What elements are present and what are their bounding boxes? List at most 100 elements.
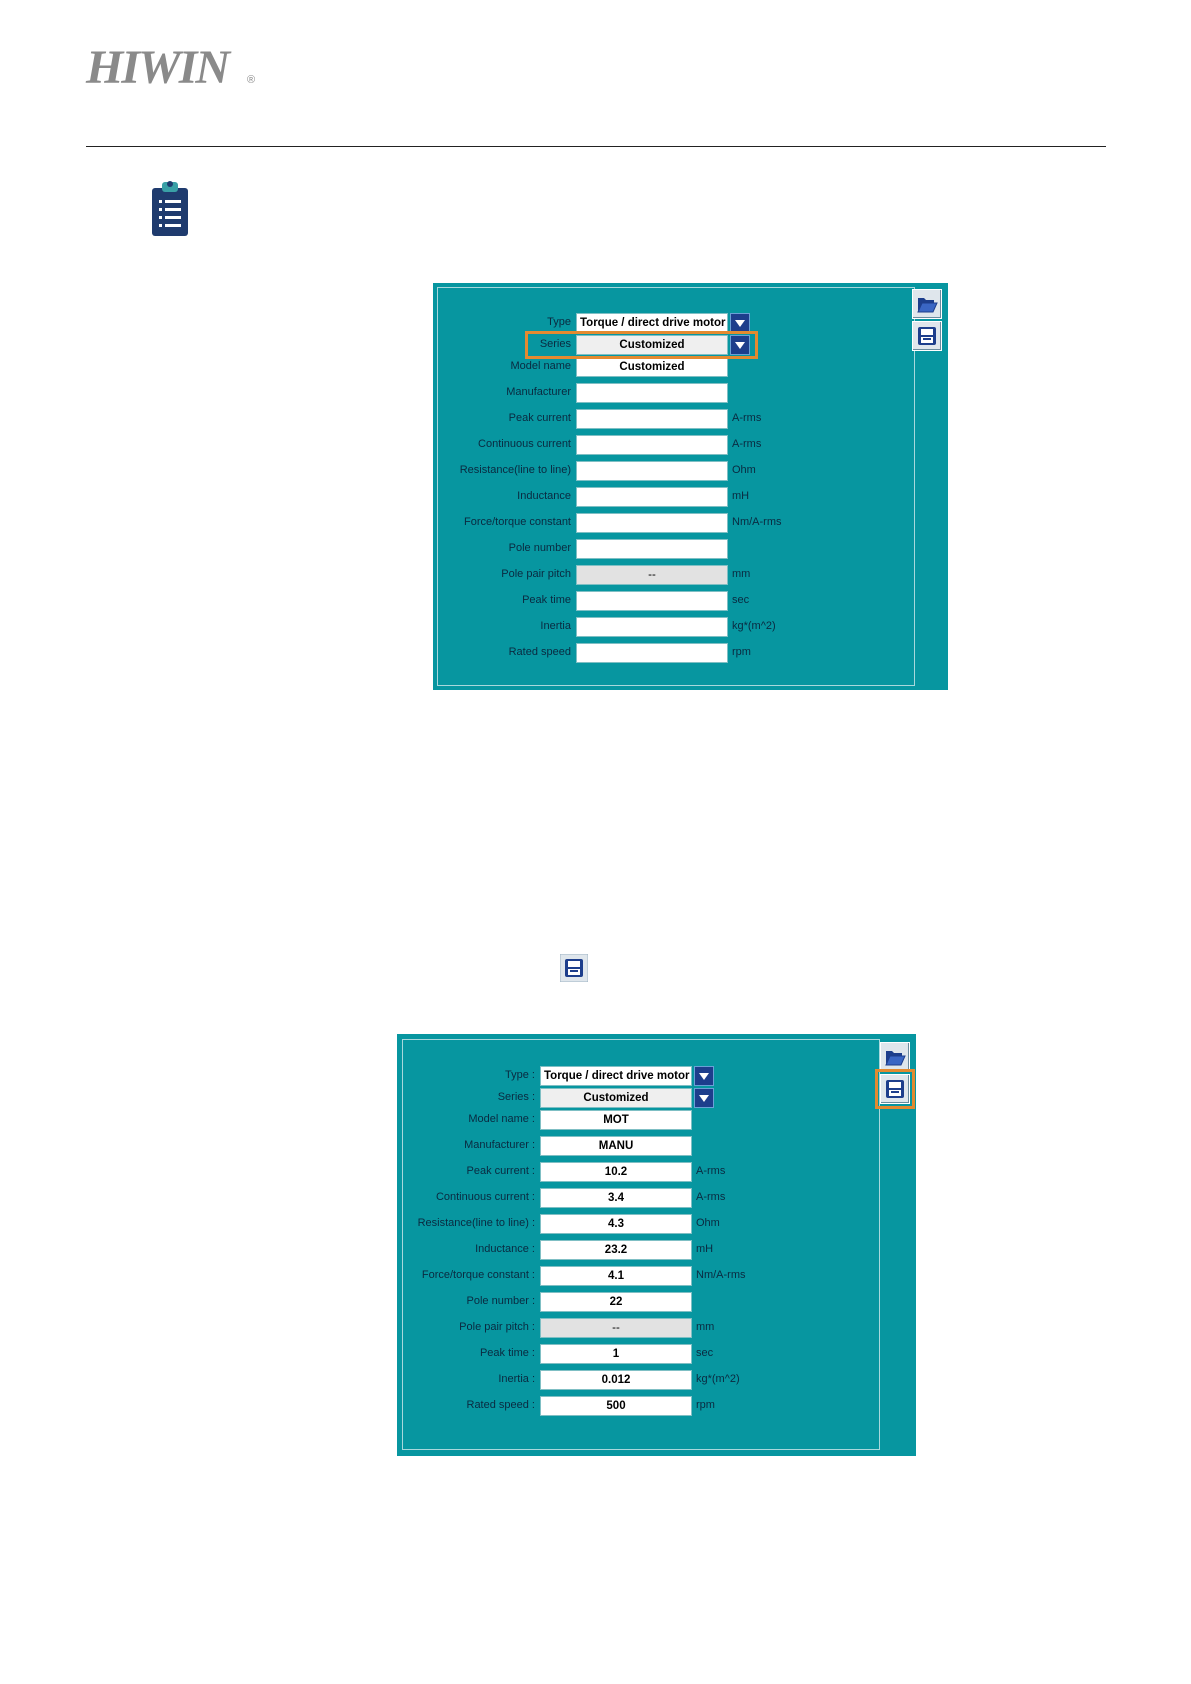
resistance-unit: Ohm xyxy=(696,1217,720,1229)
continuous-current-unit: A-rms xyxy=(732,438,762,450)
triangle-down-icon xyxy=(699,1094,709,1102)
inertia-label: Inertia : xyxy=(498,1373,535,1385)
type-select[interactable]: Torque / direct drive motor xyxy=(576,313,728,333)
registered-mark: ® xyxy=(247,74,256,86)
model-name-input[interactable]: Customized xyxy=(576,357,728,377)
inductance-unit: mH xyxy=(732,490,750,502)
resistance-label: Resistance(line to line) xyxy=(459,464,571,476)
resistance-row: Resistance(line to line) : 4.3 Ohm xyxy=(400,1214,800,1236)
peak-time-unit: sec xyxy=(732,594,750,606)
series-label: Series : xyxy=(497,1091,535,1103)
model-name-input[interactable]: MOT xyxy=(540,1110,692,1130)
inertia-row: Inertia : 0.012 kg*(m^2) xyxy=(400,1370,800,1392)
resistance-input[interactable] xyxy=(576,461,728,481)
inductance-label: Inductance xyxy=(517,490,571,502)
clipboard-list-icon xyxy=(152,181,188,236)
inductance-input[interactable] xyxy=(576,487,728,507)
continuous-current-label: Continuous current xyxy=(478,438,571,450)
peak-time-input[interactable] xyxy=(576,591,728,611)
folder-open-icon xyxy=(917,298,938,313)
force-constant-input[interactable] xyxy=(576,513,728,533)
continuous-current-input[interactable] xyxy=(576,435,728,455)
open-file-button[interactable] xyxy=(880,1042,910,1072)
inductance-row: Inductance : 23.2 mH xyxy=(400,1240,800,1262)
floppy-save-icon xyxy=(918,327,936,345)
pole-number-input[interactable] xyxy=(576,539,728,559)
force-constant-row: Force/torque constant Nm/A-rms xyxy=(436,513,836,535)
pole-pair-pitch-unit: mm xyxy=(696,1321,715,1333)
type-label: Type : xyxy=(505,1069,535,1081)
inductance-input[interactable]: 23.2 xyxy=(540,1240,692,1260)
type-label: Type xyxy=(547,316,571,328)
pole-number-input[interactable]: 22 xyxy=(540,1292,692,1312)
model-name-label: Model name : xyxy=(468,1113,535,1125)
manufacturer-row: Manufacturer xyxy=(436,383,836,405)
manufacturer-input[interactable] xyxy=(576,383,728,403)
resistance-input[interactable]: 4.3 xyxy=(540,1214,692,1234)
peak-current-row: Peak current : 10.2 A-rms xyxy=(400,1162,800,1184)
series-dropdown-button[interactable] xyxy=(694,1088,714,1108)
peak-current-unit: A-rms xyxy=(732,412,762,424)
force-constant-label: Force/torque constant : xyxy=(421,1269,535,1281)
force-constant-row: Force/torque constant : 4.1 Nm/A-rms xyxy=(400,1266,800,1288)
peak-time-input[interactable]: 1 xyxy=(540,1344,692,1364)
inertia-input[interactable]: 0.012 xyxy=(540,1370,692,1390)
save-highlight-box xyxy=(875,1069,915,1109)
series-row: Series : Customized xyxy=(400,1088,800,1110)
peak-time-unit: sec xyxy=(696,1347,714,1359)
inertia-unit: kg*(m^2) xyxy=(696,1373,740,1385)
rated-speed-unit: rpm xyxy=(732,646,751,658)
manufacturer-label: Manufacturer : xyxy=(464,1139,535,1151)
type-select[interactable]: Torque / direct drive motor xyxy=(540,1066,692,1086)
floppy-save-icon xyxy=(560,954,588,982)
hiwin-logo: HIWIN xyxy=(86,41,230,94)
folder-open-icon xyxy=(885,1051,906,1066)
model-name-row: Model name Customized xyxy=(436,357,836,379)
peak-time-row: Peak time : 1 sec xyxy=(400,1344,800,1366)
inertia-unit: kg*(m^2) xyxy=(732,620,776,632)
pole-pair-pitch-label: Pole pair pitch xyxy=(501,568,571,580)
pole-pair-pitch-input: -- xyxy=(576,565,728,585)
rated-speed-input[interactable]: 500 xyxy=(540,1396,692,1416)
resistance-label: Resistance(line to line) : xyxy=(417,1217,535,1229)
inertia-input[interactable] xyxy=(576,617,728,637)
continuous-current-input[interactable]: 3.4 xyxy=(540,1188,692,1208)
peak-current-row: Peak current A-rms xyxy=(436,409,836,431)
save-file-button[interactable] xyxy=(912,321,942,351)
resistance-unit: Ohm xyxy=(732,464,756,476)
inductance-unit: mH xyxy=(696,1243,714,1255)
type-dropdown-button[interactable] xyxy=(694,1066,714,1086)
peak-time-row: Peak time sec xyxy=(436,591,836,613)
manufacturer-label: Manufacturer xyxy=(506,386,571,398)
force-constant-input[interactable]: 4.1 xyxy=(540,1266,692,1286)
rated-speed-label: Rated speed : xyxy=(466,1399,536,1411)
inductance-row: Inductance mH xyxy=(436,487,836,509)
motor-config-panel-empty: Type Torque / direct drive motor Series … xyxy=(433,283,948,690)
type-dropdown-button[interactable] xyxy=(730,313,750,333)
triangle-down-icon xyxy=(699,1072,709,1080)
series-select[interactable]: Customized xyxy=(540,1088,692,1108)
manufacturer-row: Manufacturer : MANU xyxy=(400,1136,800,1158)
peak-current-unit: A-rms xyxy=(696,1165,726,1177)
pole-pair-pitch-input: -- xyxy=(540,1318,692,1338)
model-name-row: Model name : MOT xyxy=(400,1110,800,1132)
triangle-down-icon xyxy=(735,319,745,327)
force-constant-label: Force/torque constant xyxy=(463,516,571,528)
model-name-label: Model name xyxy=(510,360,571,372)
rated-speed-row: Rated speed rpm xyxy=(436,643,836,665)
open-file-button[interactable] xyxy=(912,289,942,319)
peak-time-label: Peak time : xyxy=(479,1347,535,1359)
force-constant-unit: Nm/A-rms xyxy=(732,516,782,528)
manufacturer-input[interactable]: MANU xyxy=(540,1136,692,1156)
pole-pair-pitch-row: Pole pair pitch -- mm xyxy=(436,565,836,587)
pole-number-row: Pole number xyxy=(436,539,836,561)
continuous-current-row: Continuous current : 3.4 A-rms xyxy=(400,1188,800,1210)
peak-current-input[interactable]: 10.2 xyxy=(540,1162,692,1182)
inertia-row: Inertia kg*(m^2) xyxy=(436,617,836,639)
rated-speed-unit: rpm xyxy=(696,1399,715,1411)
continuous-current-unit: A-rms xyxy=(696,1191,726,1203)
motor-config-panel-filled: Type : Torque / direct drive motor Serie… xyxy=(397,1034,916,1456)
rated-speed-input[interactable] xyxy=(576,643,728,663)
peak-current-input[interactable] xyxy=(576,409,728,429)
pole-pair-pitch-row: Pole pair pitch : -- mm xyxy=(400,1318,800,1340)
